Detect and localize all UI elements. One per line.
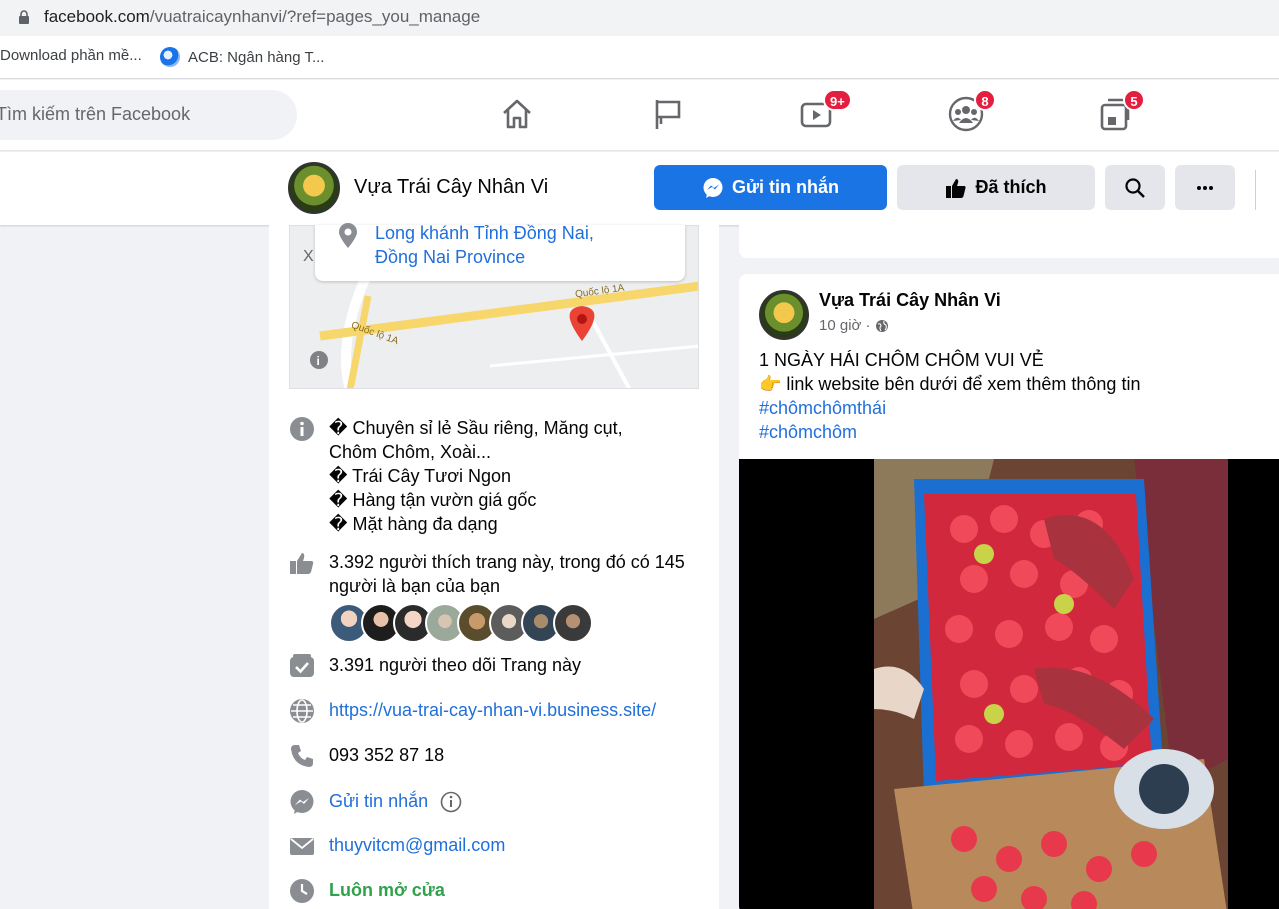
bookmark-label: ACB: Ngân hàng T...	[188, 48, 325, 66]
description-line: � Chuyên sỉ lẻ Sầu riêng, Măng cụt,	[329, 418, 623, 438]
page-phone: 093 352 87 18	[289, 743, 444, 769]
clock-icon	[290, 879, 314, 903]
messenger-icon	[290, 790, 314, 814]
phone-number[interactable]: 093 352 87 18	[329, 743, 444, 769]
description-line: � Mặt hàng đa dạng	[329, 514, 498, 534]
thumbs-up-icon	[290, 553, 314, 574]
friends-who-like[interactable]	[329, 603, 593, 643]
more-icon	[1197, 185, 1213, 190]
bookmark-label: Download phần mề...	[0, 47, 142, 64]
send-message-button[interactable]: Gửi tin nhắn	[654, 165, 887, 210]
search-input[interactable]: Tìm kiếm trên Facebook	[0, 90, 297, 140]
friend-avatar[interactable]	[553, 603, 593, 643]
page-likes: 3.392 người thích trang này, trong đó có…	[289, 550, 685, 598]
public-globe-icon	[875, 319, 888, 332]
location-pin-icon	[339, 223, 357, 248]
search-icon	[1125, 177, 1145, 198]
likes-text-line-1: 3.392 người thích trang này, trong đó có…	[329, 552, 685, 572]
page-email: thuyvitcm@gmail.com	[289, 833, 505, 859]
post-author-name[interactable]: Vựa Trái Cây Nhân Vi	[819, 290, 1001, 311]
messenger-icon	[703, 177, 723, 198]
globe-icon	[160, 47, 180, 67]
send-message-link[interactable]: Gửi tin nhắn	[329, 789, 428, 815]
bookmarks-bar: Download phần mề... ACB: Ngân hàng T...	[0, 36, 1279, 79]
email-link[interactable]: thuyvitcm@gmail.com	[329, 833, 505, 859]
map-close-marker: X	[303, 248, 314, 265]
more-options-button[interactable]	[1175, 165, 1235, 210]
lock-icon	[19, 10, 29, 24]
previous-post-bottom	[739, 225, 1279, 258]
likes-text-line-2: người là bạn của bạn	[329, 576, 500, 596]
page-name[interactable]: Vựa Trái Cây Nhân Vi	[354, 176, 548, 199]
bookmark-download[interactable]: Download phần mề...	[0, 47, 142, 64]
description-line: Chôm Chôm, Xoài...	[329, 442, 492, 462]
page-description: � Chuyên sỉ lẻ Sầu riêng, Măng cụt, Chôm…	[289, 416, 623, 536]
home-icon[interactable]	[499, 96, 535, 132]
rambutan-illustration	[874, 459, 1228, 909]
watch-badge: 9+	[823, 89, 852, 111]
search-placeholder: Tìm kiếm trên Facebook	[0, 104, 191, 124]
page-avatar[interactable]	[288, 162, 340, 214]
send-message-label: Gửi tin nhắn	[731, 177, 840, 197]
address-line-2: Đồng Nai Province	[375, 247, 526, 267]
follow-check-icon	[290, 654, 314, 677]
hashtag-link[interactable]: #chômchômthái	[759, 396, 1140, 420]
page-messenger: Gửi tin nhắn	[289, 789, 462, 815]
description-line: � Hàng tận vườn giá gốc	[329, 490, 537, 510]
post-time: 10 giờ ·	[819, 317, 871, 334]
address-card[interactable]: Long khánh Tỉnh Đồng Nai, Đồng Nai Provi…	[315, 223, 685, 281]
page-header: Vựa Trái Cây Nhân Vi Gửi tin nhắn Đã thí…	[0, 152, 1279, 225]
followers-text: 3.391 người theo dõi Trang này	[329, 655, 582, 675]
rambutan-photo	[874, 459, 1228, 909]
svg-text:i: i	[317, 354, 320, 368]
page-hours: Luôn mở cửa	[289, 878, 445, 904]
info-outline-icon[interactable]	[440, 791, 462, 813]
envelope-icon	[290, 838, 314, 855]
globe-icon	[290, 699, 314, 723]
page-search-button[interactable]	[1105, 165, 1165, 210]
thumbs-up-icon	[946, 178, 967, 198]
gaming-badge: 5	[1123, 89, 1145, 111]
post-meta[interactable]: 10 giờ ·	[819, 317, 889, 334]
flag-icon[interactable]	[650, 96, 686, 132]
phone-icon	[291, 745, 313, 767]
post-text-line: 1 NGÀY HÁI CHÔM CHÔM VUI VẺ	[759, 350, 1044, 370]
hashtag-link[interactable]: #chômchôm	[759, 420, 1140, 444]
post-text: 1 NGÀY HÁI CHÔM CHÔM VUI VẺ 👉 link websi…	[759, 348, 1140, 444]
groups-badge: 8	[974, 89, 996, 111]
liked-label: Đã thích	[975, 177, 1047, 197]
page-followers: 3.391 người theo dõi Trang này	[289, 653, 581, 679]
browser-url-bar[interactable]: facebook.com/vuatraicaynhanvi/?ref=pages…	[0, 0, 1279, 36]
website-link[interactable]: https://vua-trai-cay-nhan-vi.business.si…	[329, 698, 656, 724]
info-icon	[290, 417, 314, 441]
address-text[interactable]: Long khánh Tỉnh Đồng Nai, Đồng Nai Provi…	[375, 221, 594, 269]
facebook-top-nav: Tìm kiếm trên Facebook	[0, 80, 1279, 151]
post-text-line: 👉 link website bên dưới để xem thêm thôn…	[759, 374, 1141, 394]
open-hours-status: Luôn mở cửa	[329, 880, 445, 900]
address-line-1: Long khánh Tỉnh Đồng Nai,	[375, 223, 594, 243]
url-text[interactable]: facebook.com/vuatraicaynhanvi/?ref=pages…	[44, 7, 480, 27]
bookmark-acb[interactable]: ACB: Ngân hàng T...	[160, 47, 324, 67]
post-author-avatar[interactable]	[759, 290, 809, 340]
post-video[interactable]	[739, 459, 1279, 909]
liked-button[interactable]: Đã thích	[897, 165, 1095, 210]
page-website: https://vua-trai-cay-nhan-vi.business.si…	[289, 698, 656, 724]
header-divider	[1255, 170, 1256, 210]
feed-post: Vựa Trái Cây Nhân Vi 10 giờ · 1 NGÀY HÁI…	[739, 274, 1279, 909]
description-line: � Trái Cây Tươi Ngon	[329, 466, 512, 486]
